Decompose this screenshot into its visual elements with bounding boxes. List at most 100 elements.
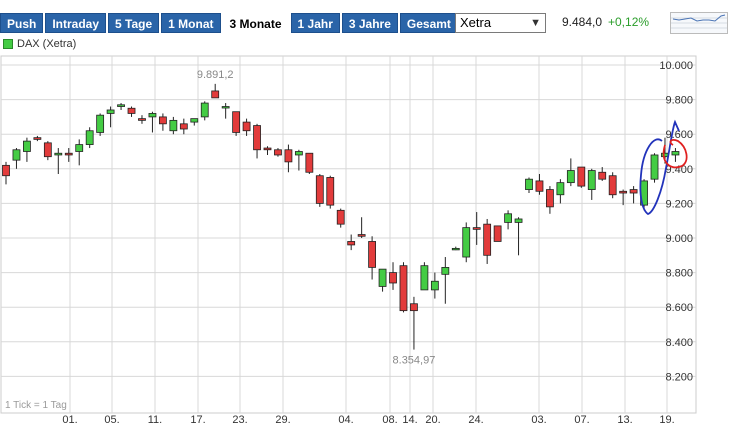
candle-body	[305, 152, 314, 173]
candle-body	[378, 268, 387, 287]
candle	[462, 222, 471, 263]
candle-body	[148, 113, 157, 118]
tab-5-tage[interactable]: 5 Tage	[108, 13, 160, 33]
tab-3-monate[interactable]: 3 Monate	[222, 13, 289, 33]
candle-body	[472, 227, 481, 230]
interval-note: 1 Tick = 1 Tag	[5, 400, 67, 411]
candle-body	[43, 142, 52, 158]
candle	[399, 262, 408, 313]
x-tick-label: 11.	[148, 414, 162, 424]
candle-body	[535, 180, 544, 192]
candle-body	[75, 144, 84, 152]
candle-body	[451, 247, 460, 251]
tab-push[interactable]: Push	[0, 13, 44, 33]
x-tick-label: 04.	[338, 414, 353, 424]
candle-body	[493, 225, 502, 242]
candle-body	[556, 182, 565, 196]
candle-body	[336, 209, 345, 225]
candle-body	[357, 234, 366, 237]
candle-body	[650, 154, 659, 180]
candle-body	[2, 164, 10, 177]
candle-body	[274, 149, 282, 156]
candle-body	[64, 152, 73, 156]
tab-1-monat[interactable]: 1 Monat	[161, 13, 221, 33]
y-tick-label: 9.600	[665, 129, 693, 141]
candle-body	[263, 147, 272, 151]
y-tick-label: 9.800	[665, 95, 693, 107]
candle	[493, 225, 502, 242]
candle-body	[420, 265, 429, 291]
candle	[305, 152, 314, 174]
candle	[315, 173, 324, 207]
candle-body	[514, 218, 523, 223]
candle-body	[33, 137, 42, 140]
candle-body	[462, 227, 471, 258]
x-tick-label: 07.	[574, 414, 589, 424]
last-price: 9.484,0	[562, 15, 603, 29]
candle-body	[546, 189, 554, 208]
candle	[420, 262, 429, 291]
candle-body	[525, 178, 533, 190]
candle-body	[117, 104, 125, 107]
candle-body	[326, 177, 335, 206]
y-tick-label: 9.000	[665, 233, 693, 245]
exchange-select-value: Xetra	[460, 15, 492, 30]
candle-body	[410, 303, 418, 312]
exchange-select[interactable]: Xetra ▼	[455, 13, 546, 33]
sparkline-icon	[671, 14, 727, 29]
candle-body	[232, 111, 241, 133]
x-tick-label: 24.	[468, 414, 483, 424]
y-tick-label: 8.800	[665, 268, 693, 280]
tab-3-jahre[interactable]: 3 Jahre	[341, 13, 398, 33]
candle-body	[127, 107, 136, 114]
candle-body	[315, 175, 324, 204]
candle-body	[138, 118, 146, 121]
candle-body	[483, 223, 492, 256]
candle-body	[211, 90, 220, 99]
x-tick-label: 23.	[232, 414, 247, 424]
x-tick-label: 05.	[104, 414, 119, 424]
candle-body	[12, 149, 21, 161]
candle-body	[566, 170, 575, 184]
chevron-down-icon: ▼	[530, 17, 541, 29]
x-tick-label: 29.	[275, 414, 290, 424]
candle-body	[619, 190, 628, 194]
candle	[232, 111, 241, 136]
candle-body	[294, 151, 303, 156]
candle-body	[441, 267, 450, 275]
x-tick-label: 08.	[382, 414, 397, 424]
candle-body	[106, 109, 115, 114]
sparkline-thumbnail[interactable]	[670, 12, 728, 34]
x-tick-label: 17.	[190, 414, 205, 424]
candle-body	[587, 170, 596, 190]
y-tick-label: 9.200	[665, 198, 693, 210]
candle-body	[389, 272, 397, 284]
x-tick-label: 13.	[617, 414, 632, 424]
candle-body	[577, 166, 586, 187]
candle-body	[399, 265, 408, 312]
candle-body	[671, 151, 680, 156]
x-axis: 01. 05. 11. 17. 23. 29. 04. 08. 14. 20. 24. 03. 07. 1…	[62, 414, 674, 424]
candle-body	[368, 241, 377, 268]
y-tick-label: 8.400	[665, 337, 693, 349]
candle-body	[158, 116, 167, 125]
tab-intraday[interactable]: Intraday	[45, 13, 107, 33]
plot-area	[0, 55, 697, 414]
legend: DAX (Xetra)	[3, 38, 76, 50]
legend-swatch	[3, 39, 13, 49]
candle-body	[96, 114, 105, 133]
candle-body	[221, 106, 230, 109]
candle	[96, 113, 105, 136]
high-annotation: 9.891,2	[197, 69, 234, 81]
candle-body	[629, 189, 638, 194]
x-tick-label: 14.	[402, 414, 417, 424]
y-tick-label: 8.200	[665, 371, 693, 383]
candle-body	[190, 118, 199, 123]
tab-gesamt[interactable]: Gesamt	[399, 13, 458, 33]
x-tick-label: 20.	[425, 414, 440, 424]
candle	[326, 175, 335, 209]
candle	[608, 172, 617, 199]
tab-1-jahr[interactable]: 1 Jahr	[290, 13, 340, 33]
candlestick-chart: 10.0009.8009.6009.4009.2009.0008.8008.60…	[0, 55, 697, 424]
legend-label: DAX (Xetra)	[17, 38, 77, 50]
